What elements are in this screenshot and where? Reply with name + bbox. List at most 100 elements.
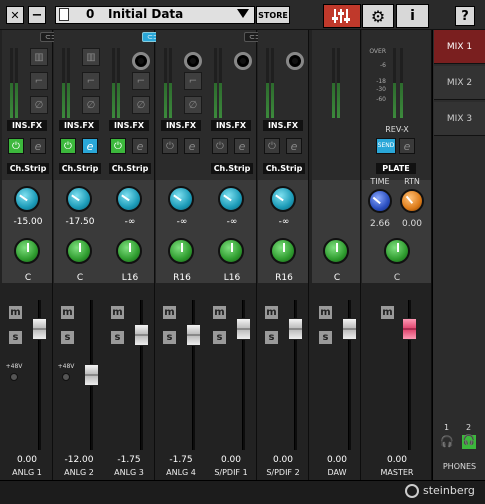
high-pass-icon[interactable]: ⌐ [30,72,48,90]
fader-handle[interactable] [84,364,99,386]
insfx-label[interactable]: INS.FX [7,120,47,131]
phase-icon[interactable]: ∅ [184,96,202,114]
power-icon[interactable]: ⏻ [264,138,280,154]
ch-strip-label[interactable]: Ch.Strip [59,163,101,174]
phase-icon[interactable]: ∅ [82,96,100,114]
revx-edit-button[interactable]: e [399,138,415,154]
steinberg-logo-icon [405,484,419,498]
pan-knob[interactable] [66,238,92,264]
fader-handle[interactable] [342,318,357,340]
pan-knob[interactable] [14,238,40,264]
insfx-label[interactable]: INS.FX [59,120,99,131]
tab-mix-2[interactable]: MIX 2 [434,66,485,100]
reverb-send-knob[interactable] [116,186,142,212]
meter-scale-over: OVER [369,48,386,55]
power-icon[interactable]: ⏻ [8,138,24,154]
fader-handle[interactable] [236,318,251,340]
solo-button[interactable]: s [60,330,75,345]
chevron-down-icon[interactable] [237,9,249,18]
solo-button[interactable]: s [264,330,279,345]
reverb-send-value: -∞ [226,217,238,227]
power-icon[interactable]: ⏻ [60,138,76,154]
solo-button[interactable]: s [212,330,227,345]
phase-icon[interactable]: ∅ [132,96,150,114]
store-button[interactable]: STORE [256,6,290,24]
ch-strip-label[interactable]: Ch.Strip [7,163,49,174]
power-icon[interactable]: ⏻ [162,138,178,154]
mixer-view-button[interactable] [323,4,361,28]
fader-handle[interactable] [32,318,47,340]
fader-handle[interactable] [134,324,149,346]
high-pass-icon[interactable]: ⌐ [82,72,100,90]
reverb-send-knob[interactable] [270,186,296,212]
solo-button[interactable]: s [110,330,125,345]
master-level-value: 0.00 [386,455,408,465]
revx-rtn-knob[interactable] [400,189,424,213]
spdif-jack-icon [286,52,304,70]
phones-1-icon[interactable]: 🎧 [440,435,454,449]
insfx-label[interactable]: INS.FX [263,120,303,131]
revx-preset[interactable]: PLATE [376,163,416,174]
revx-time-knob[interactable] [368,189,392,213]
mute-button[interactable]: m [212,305,227,320]
insfx-label[interactable]: INS.FX [109,120,149,131]
pan-knob[interactable] [270,238,296,264]
pan-knob[interactable] [218,238,244,264]
master-mute-button[interactable]: m [380,305,395,320]
channel-name: ANLG 4 [166,468,196,477]
power-icon[interactable]: ⏻ [110,138,126,154]
tab-mix-3[interactable]: MIX 3 [434,102,485,136]
edit-button[interactable]: e [286,138,302,154]
fader-handle[interactable] [288,318,303,340]
ch-strip-label[interactable]: Ch.Strip [109,163,151,174]
fader-handle[interactable] [186,324,201,346]
fader-track [140,300,143,450]
edit-button[interactable]: e [82,138,98,154]
info-button[interactable]: i [396,4,429,28]
edit-button[interactable]: e [132,138,148,154]
ch-strip-label[interactable]: Ch.Strip [211,163,253,174]
mute-button[interactable]: m [264,305,279,320]
level-value: 0.00 [220,455,242,465]
hi-z-icon[interactable]: ▥ [30,48,48,66]
reverb-send-knob[interactable] [168,186,194,212]
settings-button[interactable]: ⚙ [362,4,394,28]
master-fader-handle[interactable] [402,318,417,340]
mute-button[interactable]: m [60,305,75,320]
master-pan-knob[interactable] [384,238,410,264]
master-meter-scale: OVER -6 -18 -30 -60 [364,48,386,103]
edit-button[interactable]: e [234,138,250,154]
minimize-button[interactable]: − [28,6,46,24]
mute-button[interactable]: m [318,305,333,320]
high-pass-icon[interactable]: ⌐ [184,72,202,90]
reverb-send-knob[interactable] [14,186,40,212]
phase-icon[interactable]: ∅ [30,96,48,114]
high-pass-icon[interactable]: ⌐ [132,72,150,90]
close-button[interactable]: ✕ [6,6,24,24]
edit-button[interactable]: e [184,138,200,154]
pan-knob[interactable] [116,238,142,264]
edit-button[interactable]: e [30,138,46,154]
tab-mix-1[interactable]: MIX 1 [434,30,485,64]
power-icon[interactable]: ⏻ [212,138,228,154]
insfx-label[interactable]: INS.FX [161,120,201,131]
hi-z-icon[interactable]: ▥ [82,48,100,66]
help-button[interactable]: ? [455,6,475,26]
ch-strip-label[interactable]: Ch.Strip [263,163,305,174]
reverb-send-knob[interactable] [218,186,244,212]
insfx-label[interactable]: INS.FX [211,120,251,131]
solo-button[interactable]: s [8,330,23,345]
reverb-send-knob[interactable] [66,186,92,212]
pan-knob[interactable] [168,238,194,264]
mute-button[interactable]: m [110,305,125,320]
solo-button[interactable]: s [318,330,333,345]
solo-button[interactable]: s [162,330,177,345]
phones-2-icon[interactable]: 🎧 [462,435,476,449]
revx-send-button[interactable]: SEND [376,138,396,154]
phantom-indicator [10,373,18,381]
input-meter [266,48,269,118]
scene-name: Initial Data [108,7,184,21]
mute-button[interactable]: m [162,305,177,320]
pan-knob[interactable] [323,238,349,264]
mute-button[interactable]: m [8,305,23,320]
